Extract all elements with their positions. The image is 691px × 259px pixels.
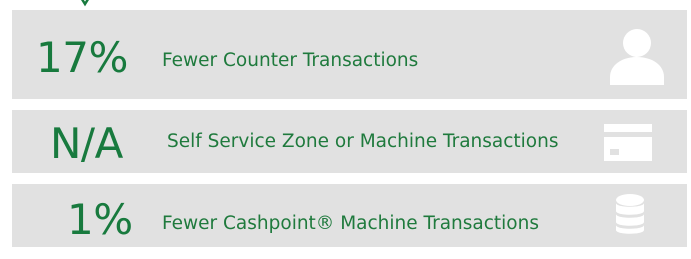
stat-value: N/A (50, 119, 123, 168)
stat-value: 17% (36, 33, 128, 82)
coin-stack-icon (616, 194, 644, 234)
stat-value: 1% (67, 195, 133, 244)
stat-label: Fewer Counter Transactions (162, 50, 419, 71)
person-icon (610, 29, 664, 85)
chevron-down-icon (81, 0, 89, 7)
stats-panel: 17% Fewer Counter Transactions N/A Self … (0, 0, 691, 259)
card-icon (604, 124, 652, 161)
stat-label: Fewer Cashpoint® Machine Transactions (162, 213, 539, 234)
stat-row-cashpoint-transactions: 1% Fewer Cashpoint® Machine Transactions (12, 184, 687, 247)
stat-row-self-service-transactions: N/A Self Service Zone or Machine Transac… (12, 110, 687, 173)
stat-row-counter-transactions: 17% Fewer Counter Transactions (12, 10, 687, 99)
stat-label: Self Service Zone or Machine Transaction… (167, 131, 559, 152)
